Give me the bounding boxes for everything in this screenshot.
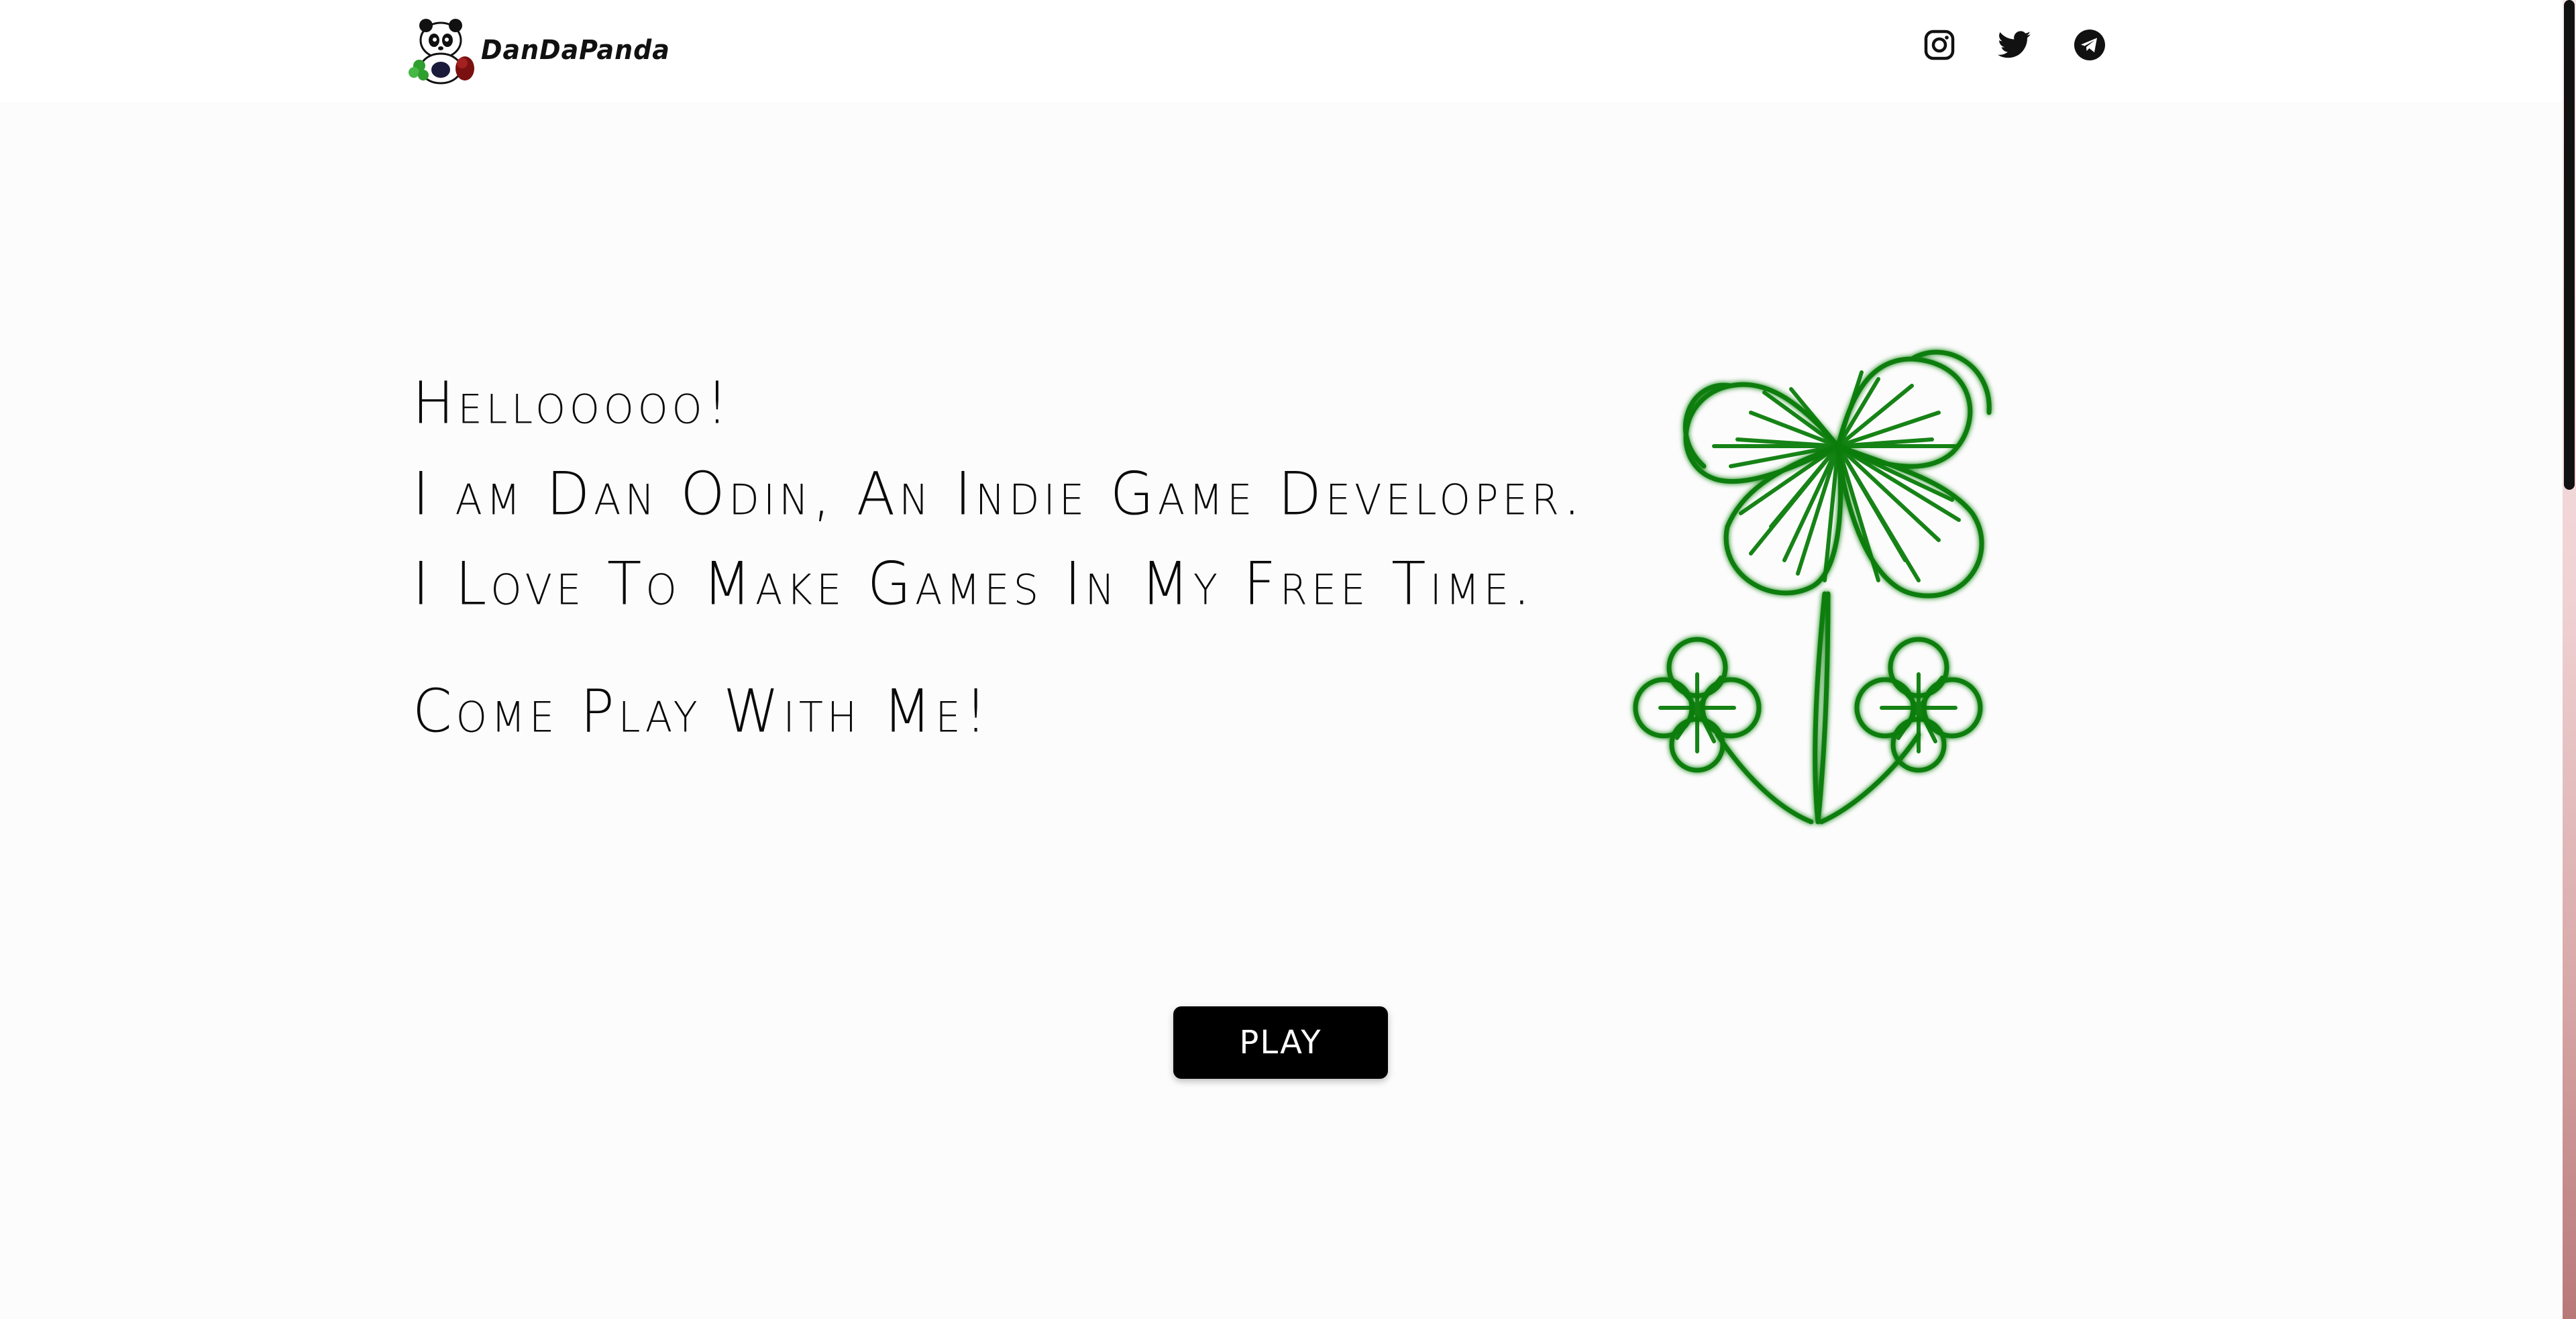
instagram-icon [1924, 30, 1955, 63]
hero-text: Hellooooo! I am Dan Odin, An Indie Game … [413, 359, 1585, 756]
greeting: Hellooooo! [413, 370, 733, 437]
intro-line: I am Dan Odin, An Indie Game Developer. [413, 459, 1585, 529]
twitter-icon [1998, 31, 2031, 62]
brand-name: DanDaPanda [481, 34, 670, 66]
four-leaf-clover-icon [1597, 245, 2053, 882]
social-links [1923, 30, 2106, 63]
panda-logo-icon [406, 15, 480, 85]
telegram-icon [2074, 29, 2106, 64]
page: DanDaPanda Hellooooo! I am Dan Odin, An … [0, 0, 2576, 1319]
page-scrollbar[interactable] [2563, 0, 2576, 1319]
site-header: DanDaPanda [0, 0, 2563, 102]
scrollbar-thumb[interactable] [2564, 0, 2575, 490]
brand-logo-link[interactable]: DanDaPanda [406, 15, 680, 85]
twitter-link[interactable] [1998, 30, 2031, 63]
call-to-action: Come Play With Me! [413, 676, 991, 746]
hobby-line: I Love To Make Games In My Free Time. [413, 549, 1535, 619]
play-button[interactable]: PLAY [1173, 1006, 1388, 1079]
telegram-link[interactable] [2073, 30, 2106, 63]
instagram-link[interactable] [1923, 30, 1956, 63]
